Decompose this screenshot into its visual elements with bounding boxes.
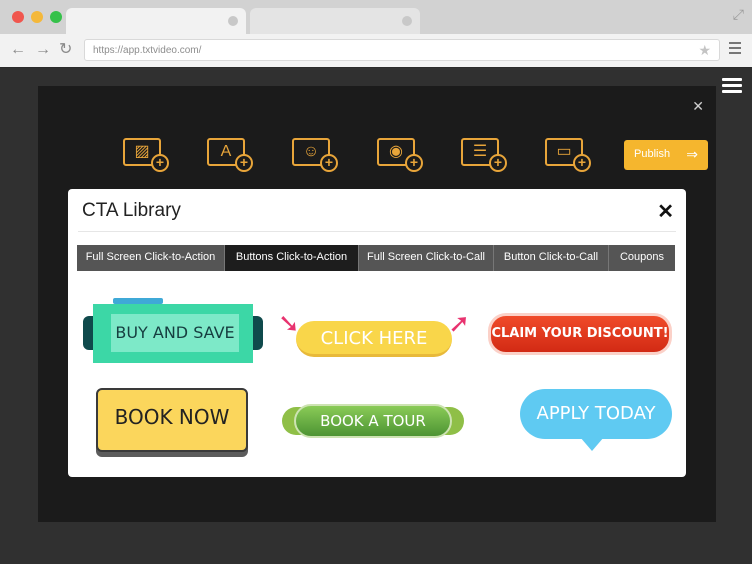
modal-title: CTA Library (82, 200, 181, 221)
back-arrow-icon[interactable]: ← (10, 40, 26, 60)
tab-close-icon[interactable] (402, 16, 412, 26)
cta-apply-today-label: APPLY TODAY (520, 389, 672, 439)
menu-icon[interactable] (722, 78, 742, 96)
cta-book-now[interactable]: BOOK NOW (96, 388, 248, 452)
divider (78, 231, 676, 232)
editor-close-icon[interactable]: ✕ (692, 98, 704, 115)
publish-button[interactable]: Publish ⇒ (624, 140, 708, 170)
cta-click-here-label: CLICK HERE (296, 321, 452, 357)
close-icon[interactable]: ✕ (657, 199, 674, 224)
caption-add-icon[interactable]: ☰ + (461, 138, 511, 174)
arrow-right-icon: ⇒ (686, 146, 698, 162)
cta-buy-and-save[interactable]: BUY AND SAVE (83, 298, 263, 363)
tab-strip: ⤢ (0, 0, 752, 34)
minimize-window-button[interactable] (31, 11, 43, 23)
browser-tab-inactive[interactable] (250, 8, 420, 34)
tab-coupons[interactable]: Coupons (609, 245, 675, 271)
cta-add-icon[interactable]: ▭ + (545, 138, 595, 174)
tab-full-screen-click-to-action[interactable]: Full Screen Click-to-Action (77, 245, 225, 271)
arrow-down-left-icon: ➚ (448, 309, 470, 339)
browser-tab-active[interactable] (66, 8, 246, 34)
publish-label: Publish (634, 148, 671, 160)
reload-icon[interactable]: ↻ (59, 40, 72, 60)
close-window-button[interactable] (12, 11, 24, 23)
star-icon[interactable]: ★ (698, 42, 711, 59)
expand-icon[interactable]: ⤢ (733, 6, 744, 23)
cta-tabs: Full Screen Click-to-Action Buttons Clic… (77, 245, 675, 271)
speech-tail (580, 437, 604, 451)
url-text: https://app.txtvideo.com/ (93, 45, 202, 56)
cta-book-a-tour[interactable]: BOOK A TOUR (282, 404, 464, 438)
cta-click-here[interactable]: ➘ CLICK HERE ➚ (278, 309, 470, 359)
navigation-bar: ← → ↻ https://app.txtvideo.com/ ★ (0, 34, 752, 67)
cta-claim-your-discount[interactable]: CLAIM YOUR DISCOUNT! (488, 313, 672, 355)
camera-add-icon[interactable]: ◉ + (377, 138, 427, 174)
cta-buy-and-save-label: BUY AND SAVE (111, 314, 239, 352)
browser-menu-icon[interactable] (729, 42, 741, 57)
person-add-icon[interactable]: ☺ + (292, 138, 342, 174)
tab-close-icon[interactable] (228, 16, 238, 26)
url-bar[interactable]: https://app.txtvideo.com/ ★ (84, 39, 720, 61)
browser-chrome: ⤢ ← → ↻ https://app.txtvideo.com/ ★ (0, 0, 752, 67)
forward-arrow-icon[interactable]: → (35, 40, 51, 60)
cta-apply-today[interactable]: APPLY TODAY (520, 389, 672, 453)
tab-button-click-to-call[interactable]: Button Click-to-Call (494, 245, 609, 271)
cta-book-a-tour-label: BOOK A TOUR (294, 404, 452, 438)
image-add-icon[interactable]: ▨ + (123, 138, 173, 174)
tab-full-screen-click-to-call[interactable]: Full Screen Click-to-Call (359, 245, 494, 271)
tab-buttons-click-to-action[interactable]: Buttons Click-to-Action (225, 245, 359, 271)
text-add-icon[interactable]: A + (207, 138, 257, 174)
maximize-window-button[interactable] (50, 11, 62, 23)
